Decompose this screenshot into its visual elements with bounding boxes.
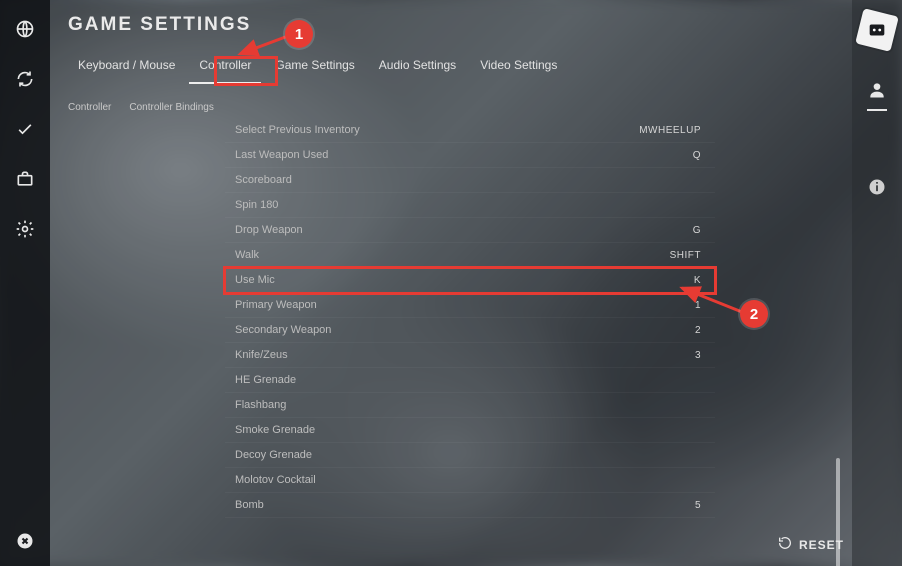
annotation-arrow-1 bbox=[234, 30, 292, 60]
close-circle-icon[interactable] bbox=[14, 530, 36, 552]
setting-label: Knife/Zeus bbox=[235, 349, 288, 361]
page-title: GAME SETTINGS bbox=[50, 14, 852, 52]
setting-label: Walk bbox=[235, 249, 259, 261]
refresh-icon[interactable] bbox=[14, 68, 36, 90]
setting-row[interactable]: Last Weapon Used Q bbox=[225, 143, 715, 168]
reset-icon bbox=[777, 535, 793, 554]
setting-row[interactable]: Drop Weapon G bbox=[225, 218, 715, 243]
setting-label: Spin 180 bbox=[235, 199, 278, 211]
setting-value: 3 bbox=[695, 350, 701, 361]
setting-value: 5 bbox=[695, 500, 701, 511]
left-nav-rail bbox=[0, 0, 50, 566]
reset-label: RESET bbox=[799, 538, 844, 552]
setting-label: Smoke Grenade bbox=[235, 424, 315, 436]
tab-video-settings[interactable]: Video Settings bbox=[470, 52, 567, 84]
setting-row[interactable]: Scoreboard bbox=[225, 168, 715, 193]
person-icon[interactable] bbox=[867, 80, 887, 111]
setting-label: Select Previous Inventory bbox=[235, 124, 360, 136]
subtab-controller[interactable]: Controller bbox=[68, 102, 111, 113]
info-icon[interactable] bbox=[867, 177, 887, 202]
setting-label: Primary Weapon bbox=[235, 299, 317, 311]
annotation-box-1 bbox=[214, 56, 278, 86]
setting-label: Last Weapon Used bbox=[235, 149, 328, 161]
check-icon[interactable] bbox=[14, 118, 36, 140]
annotation-arrow-2 bbox=[676, 282, 746, 318]
globe-icon[interactable] bbox=[14, 18, 36, 40]
setting-row[interactable]: Secondary Weapon 2 bbox=[225, 318, 715, 343]
setting-row[interactable]: Decoy Grenade bbox=[225, 443, 715, 468]
setting-row[interactable]: Select Previous Inventory MWHEELUP bbox=[225, 118, 715, 143]
setting-label: Drop Weapon bbox=[235, 224, 303, 236]
setting-value: 2 bbox=[695, 325, 701, 336]
settings-scroll: Select Previous Inventory MWHEELUP Last We… bbox=[50, 118, 852, 566]
right-rail bbox=[852, 0, 902, 566]
setting-label: Flashbang bbox=[235, 399, 286, 411]
setting-label: Secondary Weapon bbox=[235, 324, 331, 336]
setting-row[interactable]: Flashbang bbox=[225, 393, 715, 418]
app-logo[interactable] bbox=[855, 8, 899, 52]
setting-row[interactable]: Molotov Cocktail bbox=[225, 468, 715, 493]
setting-label: Decoy Grenade bbox=[235, 449, 312, 461]
setting-row[interactable]: Smoke Grenade bbox=[225, 418, 715, 443]
tab-audio-settings[interactable]: Audio Settings bbox=[369, 52, 466, 84]
setting-row[interactable]: Primary Weapon1 bbox=[225, 293, 715, 318]
setting-label: Scoreboard bbox=[235, 174, 292, 186]
annotation-callout-1: 1 bbox=[285, 20, 313, 48]
setting-value: G bbox=[693, 225, 701, 236]
setting-row[interactable]: Knife/Zeus 3 bbox=[225, 343, 715, 368]
setting-label: Bomb bbox=[235, 499, 264, 511]
tabs-row: Keyboard / MouseControllerGame SettingsA… bbox=[50, 52, 852, 84]
reset-button[interactable]: RESET bbox=[777, 535, 844, 554]
setting-label: Molotov Cocktail bbox=[235, 474, 316, 486]
setting-label: HE Grenade bbox=[235, 374, 296, 386]
setting-row[interactable]: Walk SHIFT bbox=[225, 243, 715, 268]
tab-keyboard-mouse[interactable]: Keyboard / Mouse bbox=[68, 52, 185, 84]
setting-row[interactable]: HE Grenade bbox=[225, 368, 715, 393]
setting-value: Q bbox=[693, 150, 701, 161]
setting-value: SHIFT bbox=[670, 250, 701, 261]
setting-row[interactable]: Spin 180 bbox=[225, 193, 715, 218]
setting-row[interactable]: Use MicK bbox=[225, 268, 715, 293]
settings-list: Select Previous Inventory MWHEELUP Last We… bbox=[225, 118, 715, 518]
setting-row[interactable]: Bomb 5 bbox=[225, 493, 715, 518]
subtab-controller-bindings[interactable]: Controller Bindings bbox=[129, 102, 214, 113]
setting-value: MWHEELUP bbox=[639, 125, 701, 136]
setting-label: Use Mic bbox=[235, 274, 275, 286]
gear-icon[interactable] bbox=[14, 218, 36, 240]
briefcase-icon[interactable] bbox=[14, 168, 36, 190]
annotation-callout-2: 2 bbox=[740, 300, 768, 328]
